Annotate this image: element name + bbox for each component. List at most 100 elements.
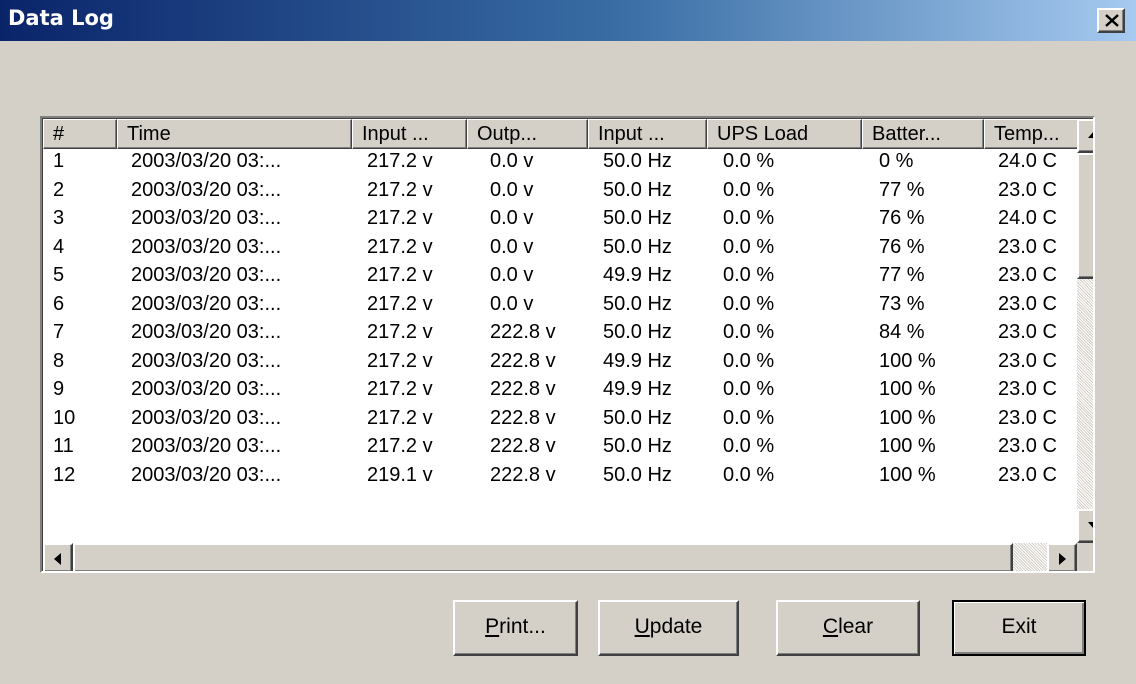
cell-temperature: 23.0 C [998, 406, 1057, 429]
data-log-list[interactable]: # Time Input ... Outp... Input ... UPS Load Ba… [40, 116, 1095, 573]
horizontal-scroll-thumb[interactable] [73, 543, 1013, 571]
scroll-down-button[interactable] [1077, 509, 1093, 543]
table-row[interactable]: 3 2003/03/20 03:... 217.2 v 0.0 v 50.0 Hz 0.0… [43, 206, 1076, 235]
cell-input-frequency: 50.0 Hz [603, 435, 672, 457]
cell-time: 2003/03/20 03:... [131, 435, 282, 457]
cell-temperature: 24.0 C [998, 150, 1057, 172]
close-icon [1105, 14, 1119, 27]
update-label: pdate [649, 615, 703, 638]
scrollbar-corner [1077, 543, 1093, 571]
header-col-time[interactable]: Time [117, 119, 352, 149]
cell-time: 2003/03/20 03:... [131, 207, 282, 229]
scroll-right-button[interactable] [1047, 543, 1077, 571]
cell-battery: 76 % [879, 207, 925, 229]
cell-output-voltage: 222.8 v [490, 349, 556, 372]
cell-ups-load: 0.0 % [723, 349, 775, 372]
cell-temperature: 23.0 C [998, 292, 1057, 315]
scroll-left-button[interactable] [43, 543, 73, 571]
cell-input-voltage: 217.2 v [367, 264, 433, 286]
cell-output-voltage: 0.0 v [490, 264, 534, 286]
cell-output-voltage: 222.8 v [490, 378, 556, 400]
cell-battery: 100 % [879, 463, 936, 486]
cell-output-voltage: 222.8 v [490, 435, 556, 457]
cell-temperature: 23.0 C [998, 378, 1057, 400]
cell-time: 2003/03/20 03:... [131, 406, 282, 429]
cell-input-voltage: 217.2 v [367, 292, 433, 315]
cell-input-voltage: 219.1 v [367, 463, 433, 486]
cell-output-voltage: 222.8 v [490, 463, 556, 486]
cell-time: 2003/03/20 03:... [131, 235, 282, 258]
cell-temperature: 23.0 C [998, 349, 1057, 372]
cell-output-voltage: 0.0 v [490, 292, 534, 315]
update-button[interactable]: Update [598, 600, 739, 656]
cell-time: 2003/03/20 03:... [131, 264, 282, 286]
table-row[interactable]: 11 2003/03/20 03:... 217.2 v 222.8 v 50.0 Hz… [43, 434, 1076, 463]
cell-temperature: 23.0 C [998, 321, 1057, 343]
cell-output-voltage: 0.0 v [490, 150, 534, 172]
horizontal-scrollbar[interactable] [43, 543, 1077, 571]
cell-input-voltage: 217.2 v [367, 235, 433, 258]
header-col-temperature[interactable]: Temp... [984, 119, 1084, 149]
header-col-number[interactable]: # [43, 119, 117, 149]
print-label: rint... [499, 615, 546, 638]
table-row[interactable]: 6 2003/03/20 03:... 217.2 v 0.0 v 50.0 Hz 0.0… [43, 292, 1076, 321]
table-row[interactable]: 1 2003/03/20 03:... 217.2 v 0.0 v 50.0 Hz 0.0… [43, 149, 1076, 178]
header-col-input-frequency[interactable]: Input ... [588, 119, 707, 149]
cell-number: 5 [53, 264, 65, 286]
cell-battery: 100 % [879, 406, 936, 429]
cell-number: 11 [53, 435, 74, 457]
cell-temperature: 23.0 C [998, 178, 1057, 201]
table-row[interactable]: 5 2003/03/20 03:... 217.2 v 0.0 v 49.9 Hz 0.0… [43, 263, 1076, 292]
cell-time: 2003/03/20 03:... [131, 292, 282, 315]
vertical-scrollbar[interactable] [1077, 119, 1093, 543]
cell-battery: 77 % [879, 178, 925, 201]
cell-temperature: 23.0 C [998, 435, 1057, 457]
cell-ups-load: 0.0 % [723, 150, 775, 172]
cell-time: 2003/03/20 03:... [131, 463, 282, 486]
clear-button[interactable]: Clear [776, 600, 920, 656]
cell-ups-load: 0.0 % [723, 321, 775, 343]
cell-time: 2003/03/20 03:... [131, 349, 282, 372]
cell-time: 2003/03/20 03:... [131, 378, 282, 400]
table-row[interactable]: 2 2003/03/20 03:... 217.2 v 0.0 v 50.0 Hz 0.0… [43, 178, 1076, 207]
table-row[interactable]: 7 2003/03/20 03:... 217.2 v 222.8 v 50.0 Hz 0… [43, 320, 1076, 349]
vertical-scroll-thumb[interactable] [1077, 153, 1093, 279]
cell-input-frequency: 50.0 Hz [603, 178, 672, 201]
header-col-ups-load[interactable]: UPS Load [707, 119, 862, 149]
table-row[interactable]: 10 2003/03/20 03:... 217.2 v 222.8 v 50.0 Hz… [43, 406, 1076, 435]
table-row[interactable]: 9 2003/03/20 03:... 217.2 v 222.8 v 49.9 Hz 0… [43, 377, 1076, 406]
table-row[interactable]: 12 2003/03/20 03:... 219.1 v 222.8 v 50.0 Hz… [43, 463, 1076, 492]
cell-ups-load: 0.0 % [723, 207, 775, 229]
cell-number: 7 [53, 321, 65, 343]
scroll-up-button[interactable] [1077, 119, 1093, 153]
cell-input-voltage: 217.2 v [367, 349, 433, 372]
exit-button[interactable]: Exit [952, 600, 1086, 656]
cell-temperature: 24.0 C [998, 207, 1057, 229]
cell-input-frequency: 49.9 Hz [603, 378, 672, 400]
cell-number: 6 [53, 292, 65, 315]
cell-output-voltage: 0.0 v [490, 178, 534, 201]
header-col-output-voltage[interactable]: Outp... [467, 119, 588, 149]
cell-ups-load: 0.0 % [723, 235, 775, 258]
title-bar[interactable]: Data Log [0, 0, 1136, 41]
header-col-input-voltage[interactable]: Input ... [352, 119, 467, 149]
cell-time: 2003/03/20 03:... [131, 178, 282, 201]
cell-time: 2003/03/20 03:... [131, 321, 282, 343]
close-button[interactable] [1097, 8, 1125, 33]
cell-ups-load: 0.0 % [723, 406, 775, 429]
header-col-battery[interactable]: Batter... [862, 119, 984, 149]
cell-ups-load: 0.0 % [723, 264, 775, 286]
cell-battery: 100 % [879, 378, 936, 400]
cell-number: 12 [53, 463, 76, 486]
print-button[interactable]: Print... [453, 600, 578, 656]
data-log-window: Data Log # Time Input ... Outp... Input ... U… [0, 0, 1136, 684]
cell-input-voltage: 217.2 v [367, 207, 433, 229]
exit-label: Exit [1001, 615, 1037, 638]
cell-input-voltage: 217.2 v [367, 435, 433, 457]
cell-number: 10 [53, 406, 76, 429]
cell-input-frequency: 50.0 Hz [603, 235, 672, 258]
table-row[interactable]: 4 2003/03/20 03:... 217.2 v 0.0 v 50.0 Hz 0.0… [43, 235, 1076, 264]
table-row[interactable]: 8 2003/03/20 03:... 217.2 v 222.8 v 49.9 Hz 0… [43, 349, 1076, 378]
cell-battery: 84 % [879, 321, 925, 343]
cell-output-voltage: 0.0 v [490, 207, 534, 229]
